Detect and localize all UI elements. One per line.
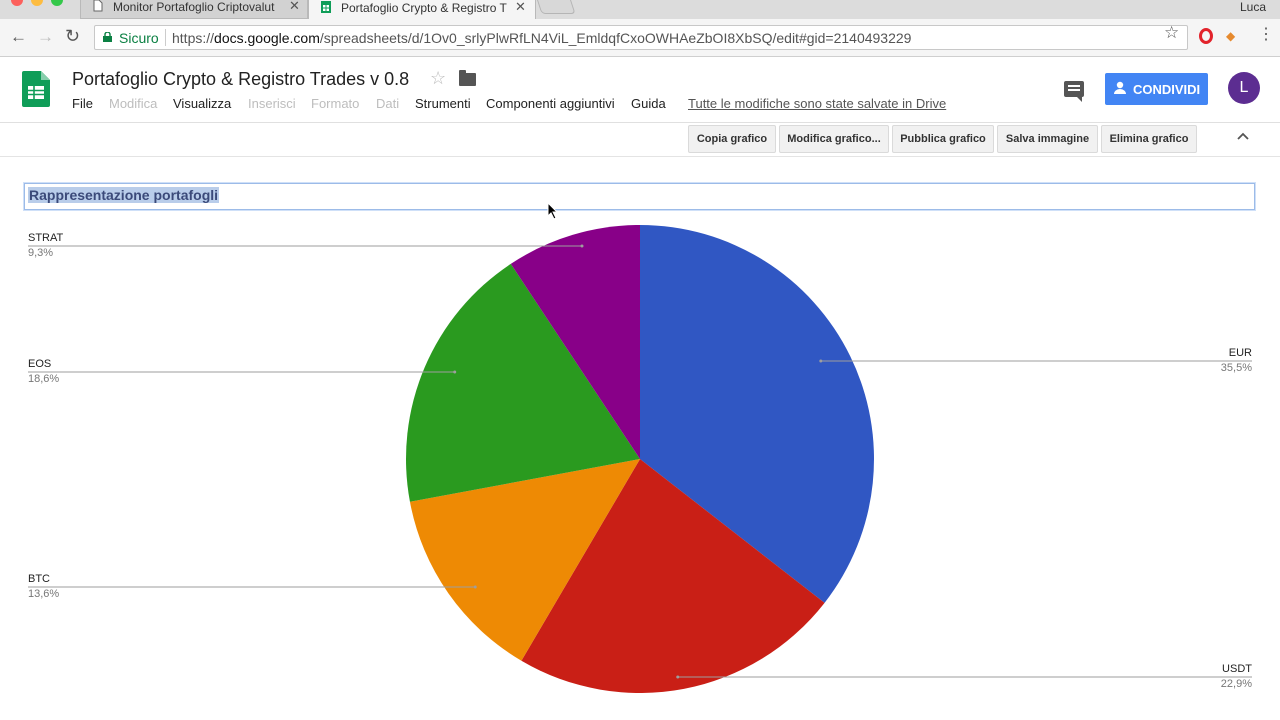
- new-tab-button[interactable]: [534, 0, 576, 14]
- chart-toolbar: Copia grafico Modifica grafico... Pubbli…: [0, 123, 1280, 157]
- opera-extension-icon[interactable]: [1199, 28, 1213, 44]
- slice-label-strat: STRAT: [28, 232, 64, 244]
- menu-formato[interactable]: Formato: [311, 96, 359, 111]
- share-label: CONDIVIDI: [1133, 82, 1201, 97]
- slice-label-usdt: USDT: [1222, 663, 1252, 675]
- url-text[interactable]: https://docs.google.com/spreadsheets/d/1…: [172, 30, 911, 46]
- close-icon[interactable]: ✕: [289, 0, 300, 14]
- menu-strumenti[interactable]: Strumenti: [415, 96, 471, 111]
- slice-label-eur: EUR: [1229, 347, 1252, 359]
- browser-tab-strip: Monitor Portafoglio Criptovalut ✕ Portaf…: [0, 0, 1280, 19]
- leader-dot-btc: [473, 585, 477, 589]
- slice-label-eos: EOS: [28, 358, 51, 370]
- window-minimize-button[interactable]: [31, 0, 43, 6]
- save-status-link[interactable]: Tutte le modifiche sono state salvate in…: [688, 96, 946, 111]
- menu-visualizza[interactable]: Visualizza: [173, 96, 231, 111]
- slice-percent-usdt: 22,9%: [1221, 678, 1252, 690]
- lock-icon: [103, 32, 112, 42]
- slice-percent-eos: 18,6%: [28, 373, 59, 385]
- leader-dot-usdt: [676, 675, 680, 679]
- sheets-header: Portafoglio Crypto & Registro Trades v 0…: [0, 57, 1280, 123]
- leader-dot-eos: [453, 370, 457, 374]
- star-icon[interactable]: ☆: [430, 68, 446, 89]
- pie-chart[interactable]: EUR 35,5% USDT 22,9% BTC 13,6% EOS 18,6% STRAT 9,…: [0, 158, 1280, 720]
- url-path: /spreadsheets/d/1Ov0_srlyPlwRfLN4ViL_Eml…: [319, 30, 912, 46]
- forward-arrow-icon[interactable]: →: [37, 28, 54, 45]
- chart-title-field[interactable]: Rappresentazione portafogli: [24, 183, 1255, 210]
- chart-title[interactable]: Rappresentazione portafogli: [28, 187, 220, 203]
- browser-toolbar: ← → ↻ Sicuro https://docs.google.com/spr…: [0, 19, 1280, 57]
- chart-area[interactable]: EUR 35,5% USDT 22,9% BTC 13,6% EOS 18,6% STRAT 9,…: [0, 158, 1280, 720]
- browser-tab-monitor[interactable]: Monitor Portafoglio Criptovalut ✕: [80, 0, 308, 19]
- window-zoom-button[interactable]: [51, 0, 63, 6]
- share-button[interactable]: CONDIVIDI: [1105, 73, 1208, 105]
- secure-label: Sicuro: [119, 30, 159, 46]
- browser-tab-portafoglio[interactable]: Portafoglio Crypto & Registro T ✕: [308, 0, 536, 19]
- delete-chart-button[interactable]: Elimina grafico: [1101, 125, 1197, 153]
- back-arrow-icon[interactable]: ←: [10, 28, 27, 45]
- mouse-cursor-icon: [547, 202, 559, 220]
- publish-chart-button[interactable]: Pubblica grafico: [892, 125, 994, 153]
- person-icon: [1114, 81, 1126, 94]
- sheets-logo-icon[interactable]: [22, 71, 50, 107]
- window-close-button[interactable]: [11, 0, 23, 6]
- slice-label-btc: BTC: [28, 573, 50, 585]
- folder-icon[interactable]: [459, 70, 476, 86]
- edit-chart-button[interactable]: Modifica grafico...: [779, 125, 889, 153]
- metamask-extension-icon[interactable]: ◆: [1226, 29, 1235, 43]
- url-divider: [165, 29, 166, 46]
- url-host: docs.google.com: [214, 30, 320, 46]
- slice-percent-btc: 13,6%: [28, 588, 59, 600]
- browser-menu-icon[interactable]: ⋮: [1258, 27, 1274, 43]
- leader-dot-strat: [580, 244, 584, 248]
- slice-percent-eur: 35,5%: [1221, 362, 1252, 374]
- reload-icon[interactable]: ↻: [65, 27, 80, 45]
- address-bar[interactable]: Sicuro https://docs.google.com/spreadshe…: [94, 25, 1188, 50]
- slice-percent-strat: 9,3%: [28, 247, 53, 259]
- chevron-up-icon[interactable]: [1237, 130, 1249, 142]
- url-scheme: https://: [172, 30, 215, 46]
- menu-file[interactable]: File: [72, 96, 93, 111]
- close-icon[interactable]: ✕: [515, 0, 526, 15]
- document-icon: [93, 0, 103, 12]
- menu-modifica[interactable]: Modifica: [109, 96, 157, 111]
- document-title[interactable]: Portafoglio Crypto & Registro Trades v 0…: [72, 69, 409, 90]
- menu-componenti-aggiuntivi[interactable]: Componenti aggiuntivi: [486, 96, 615, 111]
- sheets-favicon-icon: [321, 1, 331, 13]
- menu-inserisci[interactable]: Inserisci: [248, 96, 296, 111]
- profile-name[interactable]: Luca: [1240, 0, 1266, 14]
- save-image-button[interactable]: Salva immagine: [997, 125, 1098, 153]
- bookmark-star-icon[interactable]: ☆: [1164, 24, 1179, 41]
- tab-title: Portafoglio Crypto & Registro T: [341, 1, 507, 15]
- menu-guida[interactable]: Guida: [631, 96, 666, 111]
- tab-title: Monitor Portafoglio Criptovalut: [113, 0, 275, 14]
- menu-dati[interactable]: Dati: [376, 96, 399, 111]
- avatar[interactable]: L: [1228, 72, 1260, 104]
- comment-icon[interactable]: [1064, 81, 1084, 102]
- leader-dot-eur: [819, 359, 823, 363]
- copy-chart-button[interactable]: Copia grafico: [688, 125, 776, 153]
